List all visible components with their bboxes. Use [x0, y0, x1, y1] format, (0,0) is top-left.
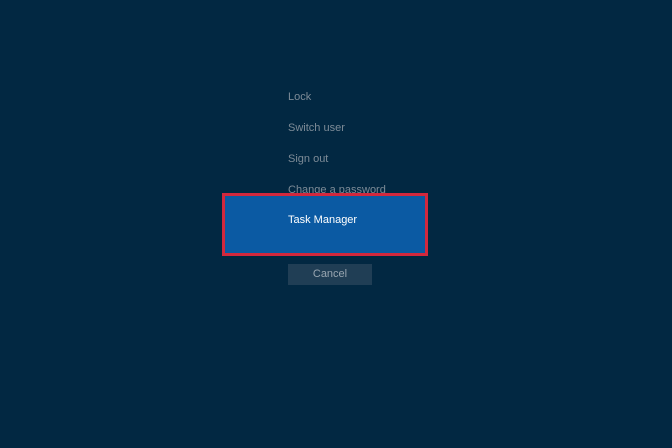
- menu-item-lock[interactable]: Lock: [288, 90, 311, 104]
- security-options-screen: Lock Switch user Sign out Change a passw…: [0, 0, 672, 448]
- menu-item-task-manager[interactable]: Task Manager: [288, 213, 357, 227]
- cancel-button[interactable]: Cancel: [288, 264, 372, 285]
- menu-item-sign-out[interactable]: Sign out: [288, 152, 328, 166]
- menu-item-switch-user[interactable]: Switch user: [288, 121, 345, 135]
